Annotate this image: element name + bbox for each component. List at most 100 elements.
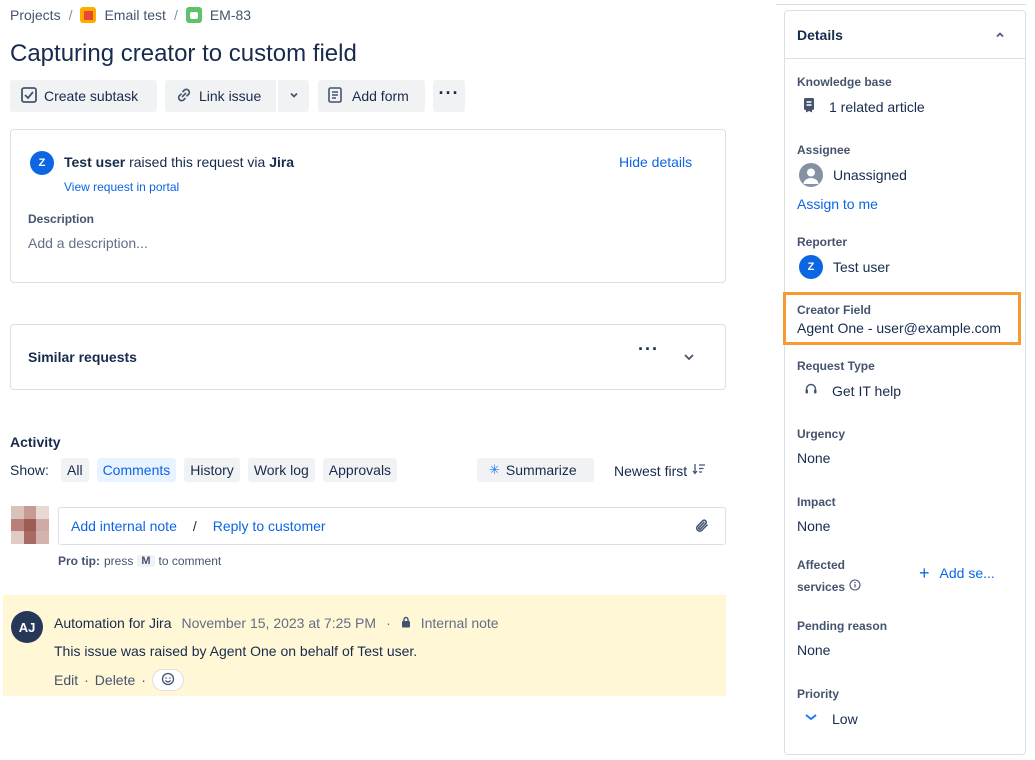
add-service-label: Add se...: [939, 565, 995, 581]
subtask-icon: [20, 86, 38, 107]
view-portal-link[interactable]: View request in portal: [64, 180, 179, 194]
project-icon: [80, 7, 97, 23]
filter-comments[interactable]: Comments: [96, 458, 177, 482]
description-label: Description: [28, 212, 95, 226]
reporter-label: Reporter: [797, 235, 848, 249]
priority-text: Low: [832, 710, 858, 727]
link-icon: [175, 86, 193, 107]
urgency-label: Urgency: [797, 427, 846, 441]
action-dot: ·: [141, 672, 146, 688]
attachment-icon[interactable]: [693, 517, 711, 538]
comment-date[interactable]: November 15, 2023 at 7:25 PM: [182, 615, 377, 631]
comment-visibility: Internal note: [420, 615, 499, 631]
creator-field-highlight: [783, 292, 1021, 345]
headset-icon: [804, 382, 818, 399]
creator-field-value[interactable]: Agent One - user@example.com: [797, 320, 1001, 336]
chevron-down-icon[interactable]: [682, 350, 696, 367]
pro-tip-key: M: [137, 555, 155, 567]
page-title[interactable]: Capturing creator to custom field: [10, 40, 357, 68]
affected-services-label-text: services: [797, 579, 846, 594]
breadcrumb-separator: /: [173, 7, 178, 23]
article-icon: [802, 97, 816, 116]
creator-field-label: Creator Field: [797, 303, 872, 317]
action-dot: ·: [84, 672, 89, 688]
similar-requests-card: Similar requests ···: [10, 324, 726, 390]
avatar: Z: [30, 151, 54, 175]
comment-author[interactable]: Automation for Jira: [54, 615, 172, 631]
details-header[interactable]: Details: [785, 11, 1025, 59]
filter-approvals[interactable]: Approvals: [322, 458, 398, 482]
assign-to-me-link[interactable]: Assign to me: [797, 196, 878, 212]
requester-name[interactable]: Test user: [64, 154, 125, 170]
hide-details-button[interactable]: Hide details: [619, 154, 692, 170]
details-top-border: [776, 4, 1026, 5]
raised-via-text: raised this request via: [129, 154, 266, 170]
summarize-label: Summarize: [505, 462, 577, 478]
sort-icon: [692, 462, 706, 479]
chevron-up-icon[interactable]: [994, 28, 1006, 44]
details-title: Details: [797, 27, 843, 43]
affected-services-label-line2: services: [797, 579, 861, 594]
composer-separator: /: [192, 518, 197, 534]
breadcrumb-projects[interactable]: Projects: [10, 7, 61, 23]
similar-more-icon[interactable]: ···: [638, 339, 659, 360]
breadcrumb-issue-key[interactable]: EM-83: [210, 7, 251, 23]
knowledge-base-value[interactable]: 1 related article: [802, 97, 925, 116]
filter-work-log[interactable]: Work log: [247, 458, 315, 482]
assignee-value[interactable]: Unassigned: [799, 163, 907, 187]
add-internal-note-button[interactable]: Add internal note: [71, 518, 177, 534]
priority-low-icon: [804, 710, 818, 727]
comment-composer[interactable]: Add internal note / Reply to customer: [58, 507, 726, 545]
author-avatar: AJ: [11, 611, 43, 643]
similar-requests-title: Similar requests: [28, 349, 137, 365]
add-reaction-button[interactable]: [151, 669, 184, 691]
breadcrumb: Projects / Email test / EM-83: [10, 5, 251, 25]
emoji-icon: [161, 672, 175, 689]
pro-tip-label: Pro tip:: [58, 554, 100, 568]
impact-value[interactable]: None: [797, 518, 830, 534]
pending-reason-value[interactable]: None: [797, 642, 830, 658]
more-actions-button[interactable]: ···: [433, 80, 465, 112]
add-service-button[interactable]: + Add se...: [919, 563, 995, 583]
knowledge-base-text: 1 related article: [829, 98, 925, 115]
priority-value[interactable]: Low: [804, 710, 858, 727]
lock-icon: [401, 615, 411, 631]
activity-show-label: Show:: [10, 462, 49, 478]
reporter-text: Test user: [833, 259, 890, 275]
urgency-value[interactable]: None: [797, 450, 830, 466]
info-icon[interactable]: [849, 579, 861, 594]
reporter-value[interactable]: Z Test user: [799, 255, 890, 279]
filter-all[interactable]: All: [61, 458, 89, 482]
link-issue-button[interactable]: Link issue: [165, 80, 276, 112]
create-subtask-label: Create subtask: [44, 88, 139, 104]
knowledge-base-label: Knowledge base: [797, 75, 892, 89]
channel-name: Jira: [269, 154, 295, 170]
avatar: Z: [799, 255, 823, 279]
reply-to-customer-button[interactable]: Reply to customer: [213, 518, 326, 534]
add-form-button[interactable]: Add form: [318, 80, 425, 112]
description-field[interactable]: Add a description...: [28, 235, 148, 251]
summarize-button[interactable]: ✳ Summarize: [477, 458, 594, 482]
edit-comment-button[interactable]: Edit: [54, 672, 78, 688]
affected-services-label-line1: Affected: [797, 558, 846, 572]
activity-title: Activity: [10, 434, 61, 450]
sparkle-icon: ✳: [489, 462, 500, 477]
sort-button[interactable]: Newest first: [614, 462, 706, 479]
request-card: Z Test user raised this request via Jira…: [10, 129, 726, 283]
link-issue-dropdown[interactable]: [278, 80, 309, 112]
comment-dot: ·: [386, 615, 391, 631]
create-subtask-button[interactable]: Create subtask: [10, 80, 157, 112]
request-type-text: Get IT help: [832, 382, 902, 399]
more-icon: ···: [438, 82, 460, 103]
assignee-label: Assignee: [797, 143, 851, 157]
filter-history[interactable]: History: [184, 458, 240, 482]
plus-icon: +: [919, 563, 930, 583]
form-icon: [326, 86, 344, 107]
request-type-label: Request Type: [797, 359, 875, 373]
chevron-down-icon: [288, 88, 300, 104]
breadcrumb-separator: /: [68, 7, 73, 23]
breadcrumb-project[interactable]: Email test: [104, 7, 165, 23]
delete-comment-button[interactable]: Delete: [95, 672, 135, 688]
pro-tip-suffix: to comment: [158, 554, 222, 568]
request-type-value[interactable]: Get IT help: [804, 382, 901, 399]
